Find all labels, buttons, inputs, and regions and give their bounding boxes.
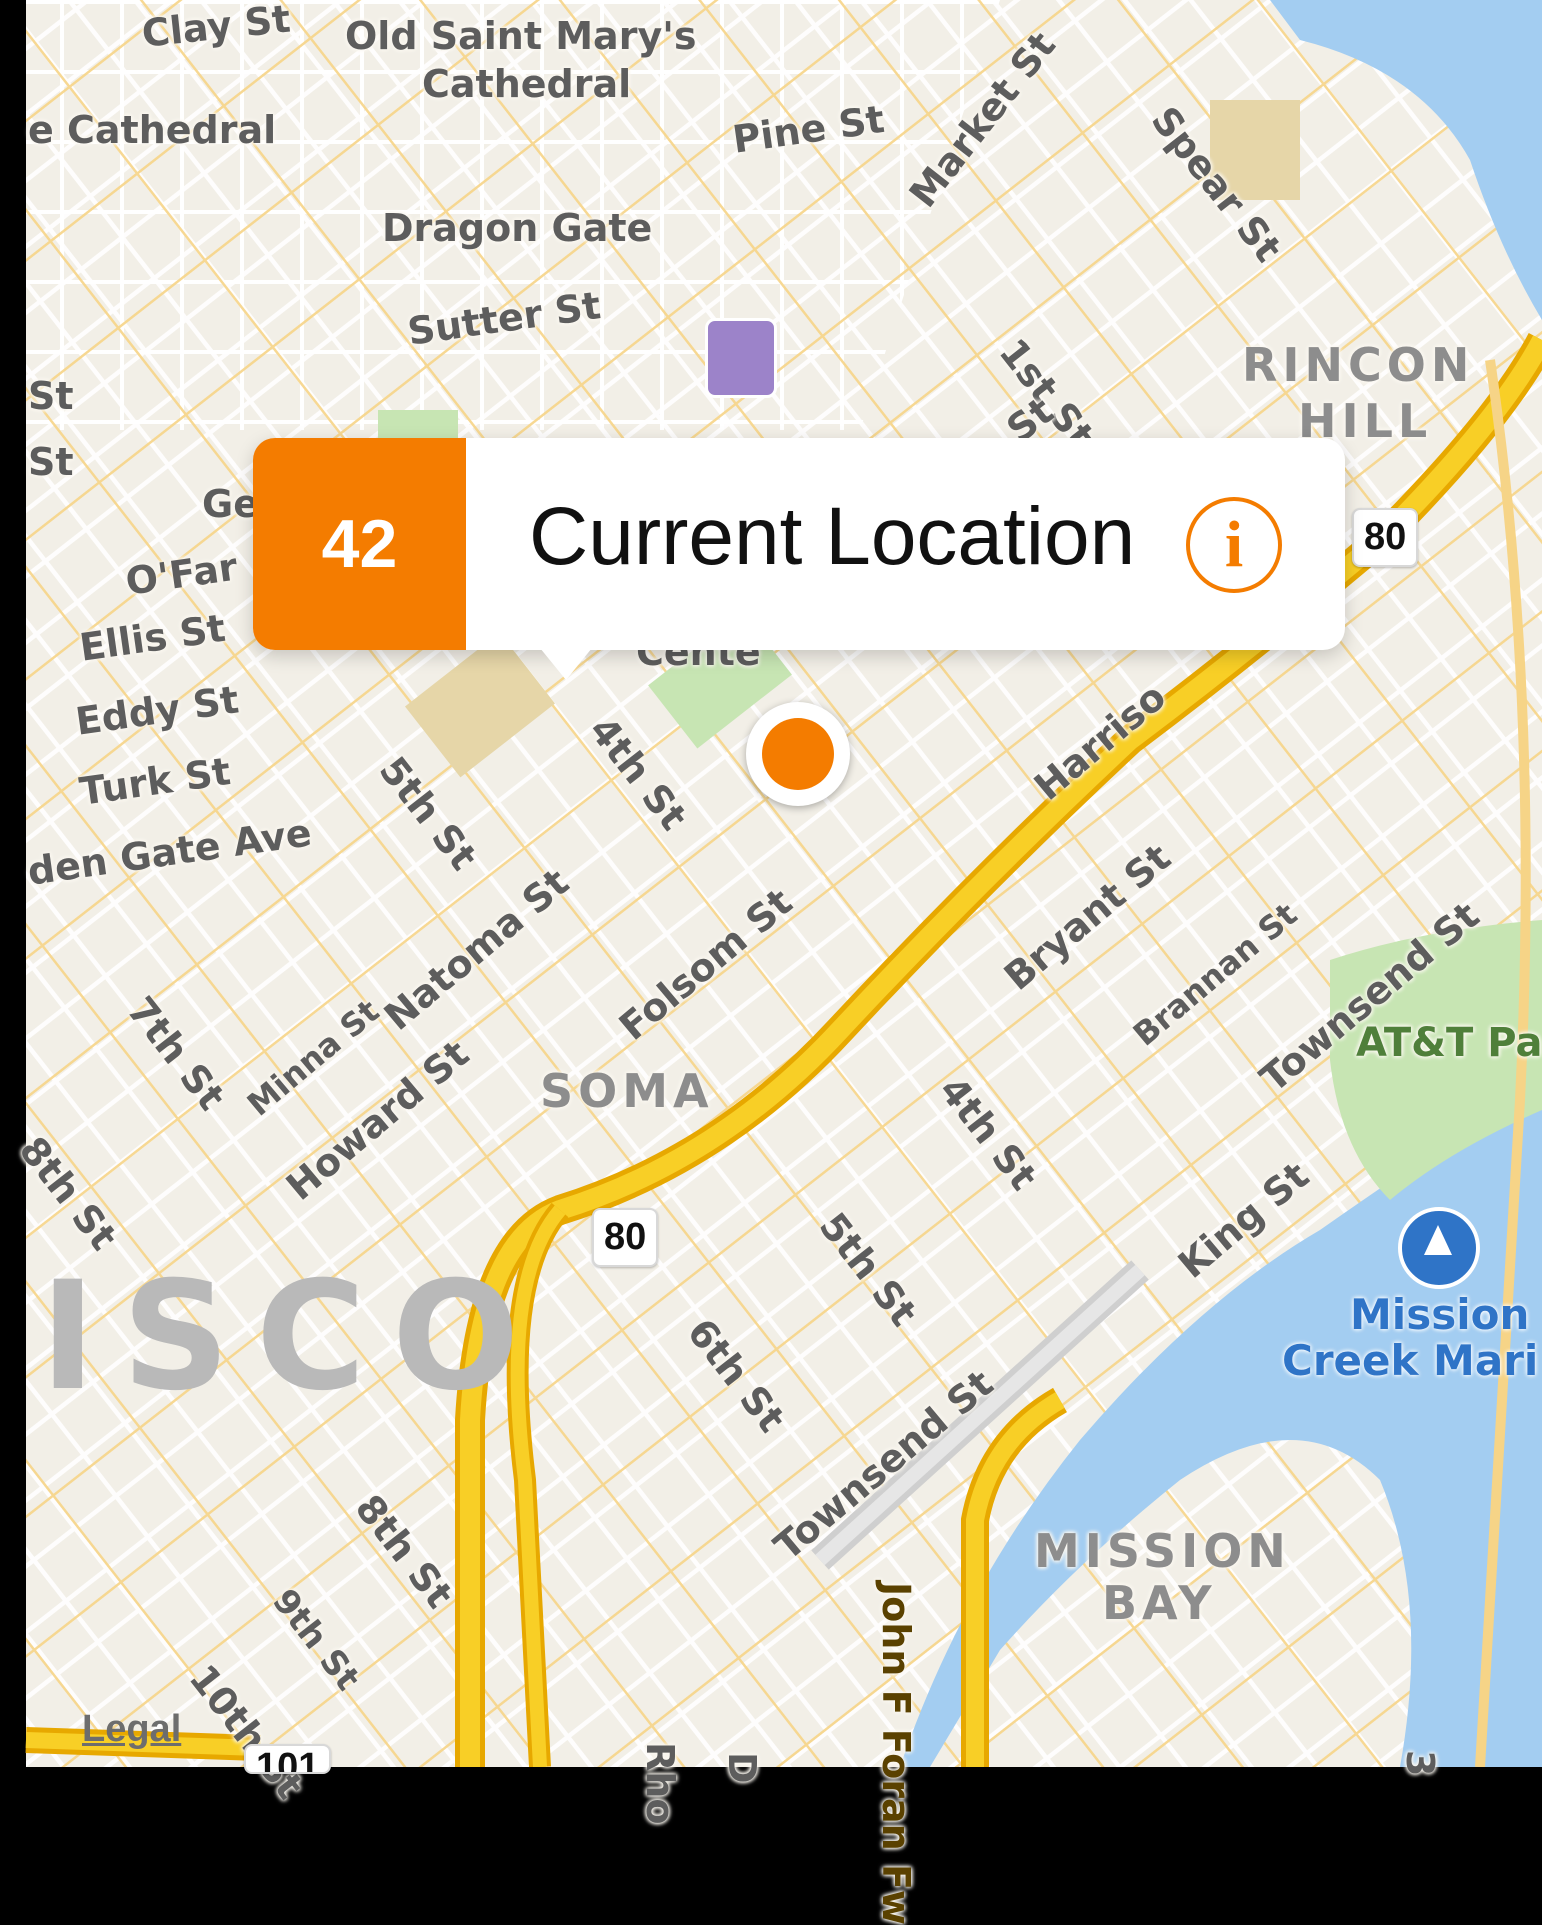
landmark-label: e Cathedral: [28, 108, 277, 152]
street-label: Rho: [638, 1742, 682, 1825]
district-label-rincon: RINCON: [1242, 338, 1475, 392]
landmark-label: Old Saint Mary's: [345, 14, 697, 58]
landmark-label: Cathedral: [422, 62, 632, 106]
marina-label-line1[interactable]: Mission: [1350, 1290, 1529, 1339]
highway-shield-i80: 80: [1352, 508, 1419, 567]
location-callout[interactable]: 42 Current Location i: [253, 438, 1345, 650]
city-label: ISCO: [40, 1250, 546, 1424]
street-label: 3: [1398, 1750, 1442, 1777]
district-label-mission: MISSION: [1034, 1524, 1291, 1578]
marina-sailboat-icon[interactable]: [1398, 1207, 1480, 1289]
transit-station-icon[interactable]: [705, 318, 777, 398]
landmark-label: Dragon Gate: [382, 206, 653, 250]
park-label-att-park[interactable]: AT&T Pa: [1356, 1020, 1542, 1066]
callout-badge[interactable]: 42: [253, 438, 466, 650]
legal-link[interactable]: Legal: [82, 1708, 181, 1751]
street-label: Ge: [202, 482, 259, 526]
street-label: D: [720, 1752, 764, 1784]
district-label-bay: BAY: [1102, 1576, 1217, 1630]
district-label-soma: SOMA: [540, 1064, 714, 1118]
current-location-dot-icon[interactable]: [746, 702, 850, 806]
highway-shield-us101: 101: [244, 1744, 332, 1774]
freeway-label: John F Foran Fw: [874, 1582, 918, 1925]
marina-label-line2[interactable]: Creek Mari: [1282, 1336, 1538, 1385]
callout-pointer: [540, 648, 592, 680]
callout-title: Current Location: [529, 491, 1136, 582]
street-label: St: [28, 374, 74, 418]
map-canvas[interactable]: Clay St Old Saint Mary's Cathedral e Cat…: [0, 0, 1542, 1925]
street-label: St: [28, 440, 74, 484]
highway-shield-i80: 80: [592, 1208, 659, 1267]
info-icon[interactable]: i: [1186, 497, 1282, 593]
